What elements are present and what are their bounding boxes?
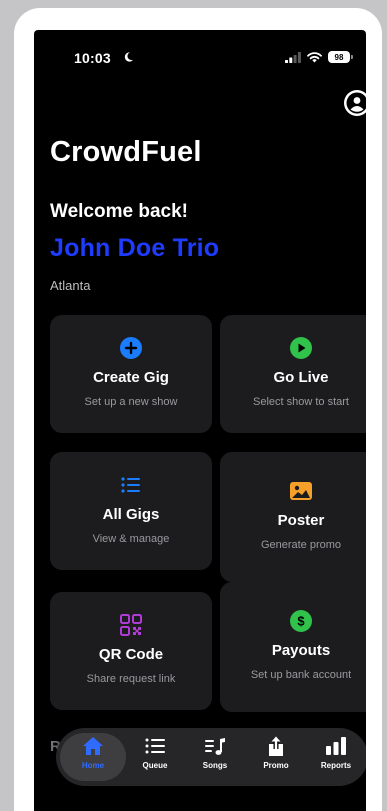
tab-promo[interactable]: Promo — [248, 735, 304, 779]
list-icon — [121, 477, 140, 493]
tab-label: Reports — [320, 761, 352, 770]
create-gig-tile[interactable]: Create Gig Set up a new show — [50, 315, 212, 433]
tab-queue[interactable]: Queue — [127, 735, 183, 779]
wifi-icon — [307, 51, 322, 62]
battery-level: 98 — [334, 52, 344, 62]
list-icon — [145, 738, 165, 754]
qr-code-tile[interactable]: QR Code Share request link — [50, 592, 212, 710]
bar-chart-icon — [326, 737, 346, 755]
moon-icon — [124, 52, 134, 62]
tile-title: Go Live — [273, 369, 329, 387]
tile-subtitle: Generate promo — [260, 539, 342, 552]
share-icon — [269, 736, 283, 756]
plus-circle-icon — [120, 337, 142, 360]
dollar-circle-icon: $ — [290, 610, 312, 633]
status-icons: 98 — [285, 51, 353, 63]
tile-subtitle: Set up bank account — [250, 669, 352, 682]
tab-reports[interactable]: Reports — [308, 735, 364, 779]
svg-text:$: $ — [297, 614, 305, 629]
tile-subtitle: View & manage — [92, 533, 170, 546]
profile-icon[interactable] — [342, 88, 366, 118]
tile-title: All Gigs — [102, 506, 160, 524]
house-icon — [83, 737, 103, 755]
tile-title: Payouts — [271, 642, 331, 660]
app-title: CrowdFuel — [50, 136, 202, 168]
phone-screen: 10:03 98 CrowdFuel Welcome back! John Do… — [34, 30, 366, 811]
battery-indicator: 98 — [328, 51, 353, 63]
photo-icon — [290, 482, 312, 501]
tab-bar: Home Queue Songs Promo Reports — [56, 728, 366, 786]
tile-subtitle: Set up a new show — [84, 396, 178, 409]
tab-label: Queue — [142, 761, 168, 770]
signal-icon — [285, 51, 301, 63]
payouts-tile[interactable]: $ Payouts Set up bank account — [220, 582, 366, 712]
tile-title: Create Gig — [93, 369, 169, 387]
welcome-text: Welcome back! — [50, 201, 188, 222]
tile-title: QR Code — [98, 646, 164, 664]
tab-label: Songs — [202, 761, 228, 770]
artist-name: John Doe Trio — [50, 234, 220, 262]
poster-tile[interactable]: Poster Generate promo — [220, 452, 366, 582]
tile-title: Poster — [277, 512, 325, 530]
music-note-list-icon — [205, 738, 225, 755]
qr-code-icon — [120, 614, 142, 637]
tab-label: Promo — [263, 761, 289, 770]
artist-city: Atlanta — [50, 278, 91, 293]
status-bar: 10:03 98 — [34, 30, 366, 86]
tile-subtitle: Select show to start — [253, 396, 349, 409]
tab-label: Home — [81, 761, 105, 770]
tile-subtitle: Share request link — [86, 673, 176, 686]
all-gigs-tile[interactable]: All Gigs View & manage — [50, 452, 212, 570]
play-circle-icon — [290, 337, 312, 360]
tab-home[interactable]: Home — [65, 735, 121, 779]
go-live-tile[interactable]: Go Live Select show to start — [220, 315, 366, 433]
status-time: 10:03 — [74, 50, 111, 66]
tab-songs[interactable]: Songs — [187, 735, 243, 779]
